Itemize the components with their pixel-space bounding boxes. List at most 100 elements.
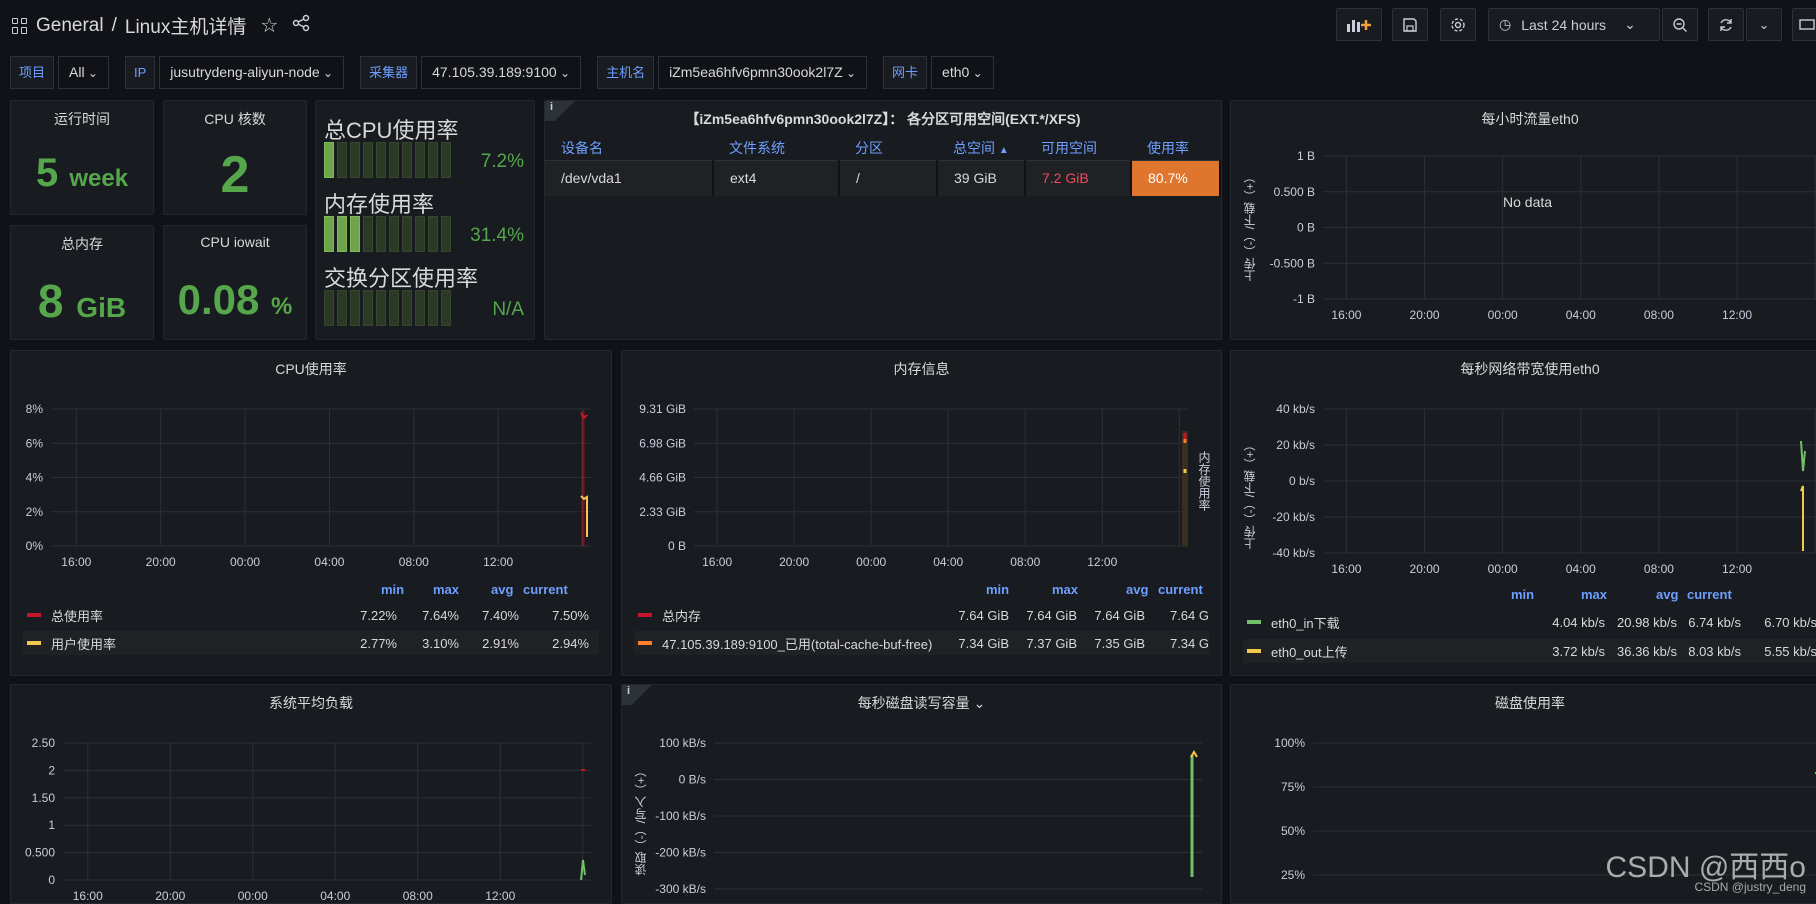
legend-row[interactable]: eth0_out上传 3.72 kb/s 36.36 kb/s 8.03 kb/… — [1243, 639, 1816, 663]
share-icon[interactable] — [292, 14, 310, 38]
y-tick-label: 0.500 B — [1274, 185, 1315, 199]
legend-current: 7.64 G — [1170, 608, 1209, 623]
zoom-out-icon — [1672, 17, 1688, 33]
y-axis-label: 读取（-）/写入（+） — [632, 765, 649, 875]
stat-uptime-panel[interactable]: 运行时间 5 week — [10, 100, 154, 215]
legend-header-min[interactable]: min — [381, 582, 404, 597]
legend-header-max[interactable]: max — [1581, 587, 1607, 602]
var-select-collector[interactable]: 47.105.39.189:9100 — [421, 56, 581, 89]
legend-header-avg[interactable]: avg — [491, 582, 513, 597]
dashboard-title[interactable]: Linux主机详情 — [125, 12, 246, 39]
breadcrumb-folder[interactable]: General — [36, 15, 104, 37]
add-panel-icon — [1346, 17, 1372, 33]
gauge-cell — [441, 216, 451, 252]
y-tick-label: 75% — [1281, 780, 1305, 794]
settings-button[interactable] — [1440, 8, 1476, 41]
cpu-usage-chart: 8%6%4%2%0%16:0020:0000:0004:0008:0012:00 — [11, 351, 612, 676]
var-select-project[interactable]: All — [58, 56, 109, 89]
dashboards-icon[interactable] — [12, 18, 28, 34]
chevron-down-icon: ⌄ — [1759, 17, 1770, 33]
load-avg-chart: 2.5021.5010.500016:0020:0000:0004:0008:0… — [11, 685, 612, 904]
legend-min: 3.72 kb/s — [1552, 644, 1605, 659]
bar-gauge-panel[interactable]: 总CPU使用率 7.2% 内存使用率 31.4% 交换分区使用率 N/A — [315, 100, 535, 340]
var-label-project: 项目 — [10, 56, 54, 89]
legend-current: 7.34 G — [1170, 636, 1209, 651]
mem-info-panel[interactable]: 内存信息 9.31 GiB6.98 GiB4.66 GiB2.33 GiB0 B… — [621, 350, 1222, 676]
net-bw-panel[interactable]: 每秒网络带宽使用eth0 40 kb/s20 kb/s0 b/s-20 kb/s… — [1230, 350, 1816, 676]
legend-series-name: eth0_out上传 — [1271, 642, 1348, 661]
legend-row[interactable]: 总使用率 7.22% 7.64% 7.40% 7.50% — [23, 603, 599, 627]
load-avg-panel[interactable]: 系统平均负载 2.5021.5010.500016:0020:0000:0004… — [10, 684, 612, 904]
var-select-hostname[interactable]: iZm5ea6hfv6pmn30ook2l7Z — [658, 56, 867, 89]
time-picker-button[interactable]: ◷ Last 24 hours ⌄ — [1488, 8, 1660, 41]
legend-header-min[interactable]: min — [986, 582, 1009, 597]
refresh-interval-dropdown[interactable]: ⌄ — [1746, 8, 1782, 41]
stat-title: 运行时间 — [11, 109, 153, 129]
disk-table-panel[interactable]: i 【iZm5ea6hfv6pmn30ook2l7Z】： 各分区可用空间(EXT… — [544, 100, 1222, 340]
legend-series-name: 47.105.39.189:9100_已用(total-cache-buf-fr… — [662, 634, 932, 653]
hourly-traffic-panel[interactable]: 每小时流量eth0 1 B0.500 B0 B-0.500 B-1 B16:00… — [1230, 100, 1816, 340]
add-panel-button[interactable] — [1336, 8, 1382, 41]
gauge-mem: 内存使用率 31.4% — [324, 187, 524, 259]
legend-row[interactable]: 总内存 7.64 GiB 7.64 GiB 7.64 GiB 7.64 G — [634, 603, 1209, 627]
x-tick-label: 04:00 — [933, 555, 963, 569]
save-icon — [1402, 17, 1418, 33]
uptime-unit: week — [69, 165, 128, 192]
col-mount[interactable]: 分区 — [839, 137, 937, 160]
y-tick-label: 0 B/s — [679, 773, 706, 787]
legend-header-current[interactable]: current — [1158, 582, 1203, 597]
legend-max: 36.36 kb/s — [1617, 644, 1677, 659]
star-icon[interactable]: ☆ — [260, 13, 278, 38]
x-tick-label: 00:00 — [856, 555, 886, 569]
y-tick-label: 0 b/s — [1289, 474, 1315, 488]
gauge-cell — [389, 290, 399, 326]
gauge-cell — [441, 290, 451, 326]
legend-header-max[interactable]: max — [1052, 582, 1078, 597]
x-tick-label: 04:00 — [320, 889, 350, 903]
col-fs[interactable]: 文件系统 — [713, 137, 839, 160]
var-label-collector: 采集器 — [360, 56, 417, 89]
legend-header-min[interactable]: min — [1511, 587, 1534, 602]
legend-header-avg[interactable]: avg — [1126, 582, 1148, 597]
gauge-cell — [363, 142, 373, 178]
zoom-out-button[interactable] — [1662, 8, 1698, 41]
tv-mode-button[interactable] — [1792, 8, 1816, 41]
legend-header-max[interactable]: max — [433, 582, 459, 597]
refresh-button[interactable] — [1708, 8, 1744, 41]
legend-header-current[interactable]: current — [1687, 587, 1732, 602]
legend-swatch — [638, 613, 652, 617]
var-select-nic[interactable]: eth0 — [931, 56, 994, 89]
series-line-write — [1191, 752, 1197, 757]
panel-title: 【iZm5ea6hfv6pmn30ook2l7Z】： 各分区可用空间(EXT.*… — [545, 109, 1221, 129]
y-tick-label: 6% — [26, 436, 44, 450]
col-free[interactable]: 可用空间 — [1025, 137, 1131, 160]
stat-cpu-iowait-panel[interactable]: CPU iowait 0.08 % — [163, 225, 307, 340]
col-total[interactable]: 总空间 ▲ — [937, 137, 1025, 160]
table-row: /dev/vda1 ext4 / 39 GiB 7.2 GiB 80.7% — [545, 160, 1220, 196]
clock-icon: ◷ — [1499, 16, 1511, 33]
var-select-ip[interactable]: jusutrydeng-aliyun-node — [159, 56, 344, 89]
legend-row[interactable]: eth0_in下载 4.04 kb/s 20.98 kb/s 6.74 kb/s… — [1243, 610, 1816, 634]
col-device[interactable]: 设备名 — [545, 137, 713, 160]
legend-header-current[interactable]: current — [523, 582, 568, 597]
stat-total-mem-panel[interactable]: 总内存 8 GiB — [10, 225, 154, 340]
gauge-label: 总CPU使用率 — [324, 113, 524, 145]
legend-header-avg[interactable]: avg — [1656, 587, 1678, 602]
x-tick-label: 08:00 — [1644, 562, 1674, 576]
legend-series-name: 总使用率 — [51, 606, 103, 625]
stat-cpu-cores-panel[interactable]: CPU 核数 2 — [163, 100, 307, 215]
legend-swatch — [638, 641, 652, 645]
gauge-label: 内存使用率 — [324, 187, 524, 219]
iowait-number: 0.08 — [178, 276, 260, 323]
x-tick-label: 08:00 — [1644, 308, 1674, 322]
legend-row[interactable]: 47.105.39.189:9100_已用(total-cache-buf-fr… — [634, 631, 1209, 655]
legend-row[interactable]: 用户使用率 2.77% 3.10% 2.91% 2.94% — [23, 631, 599, 655]
x-tick-label: 16:00 — [1331, 562, 1361, 576]
disk-io-panel[interactable]: i 每秒磁盘读写容量 ⌄ 100 kB/s0 B/s-100 kB/s-200 … — [621, 684, 1222, 904]
save-dashboard-button[interactable] — [1392, 8, 1428, 41]
iowait-unit: % — [271, 293, 292, 320]
x-tick-label: 04:00 — [1566, 308, 1596, 322]
x-tick-label: 04:00 — [314, 555, 344, 569]
col-usage[interactable]: 使用率 — [1131, 137, 1220, 160]
cpu-usage-panel[interactable]: CPU使用率 8%6%4%2%0%16:0020:0000:0004:0008:… — [10, 350, 612, 676]
